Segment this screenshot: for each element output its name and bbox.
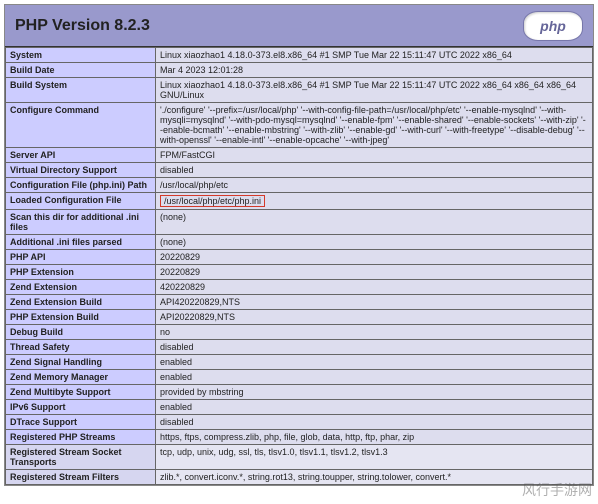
row-value: 20220829 [156,265,593,280]
highlighted-value: /usr/local/php/etc/php.ini [160,195,265,207]
row-value: disabled [156,340,593,355]
table-row: Debug Buildno [6,325,593,340]
row-value: zlib.*, convert.iconv.*, string.rot13, s… [156,470,593,485]
row-label: Zend Memory Manager [6,370,156,385]
row-value: disabled [156,415,593,430]
table-row: Registered Stream Socket Transportstcp, … [6,445,593,470]
row-label: Registered Stream Filters [6,470,156,485]
php-logo-text: php [540,18,566,34]
row-value: enabled [156,400,593,415]
row-label: Registered PHP Streams [6,430,156,445]
table-row: Build SystemLinux xiaozhao1 4.18.0-373.e… [6,78,593,103]
table-row: Registered PHP Streamshttps, ftps, compr… [6,430,593,445]
row-value: 420220829 [156,280,593,295]
row-label: Scan this dir for additional .ini files [6,210,156,235]
row-label: PHP API [6,250,156,265]
row-label: Build Date [6,63,156,78]
row-label: Configuration File (php.ini) Path [6,178,156,193]
row-label: Thread Safety [6,340,156,355]
row-value: no [156,325,593,340]
table-row: Thread Safetydisabled [6,340,593,355]
row-label: Loaded Configuration File [6,193,156,210]
row-value: /usr/local/php/etc [156,178,593,193]
table-row: Zend Extension BuildAPI420220829,NTS [6,295,593,310]
php-logo: php [523,11,583,41]
table-row: PHP Extension BuildAPI20220829,NTS [6,310,593,325]
row-value: /usr/local/php/etc/php.ini [156,193,593,210]
row-value: enabled [156,355,593,370]
row-label: PHP Extension Build [6,310,156,325]
row-value: Mar 4 2023 12:01:28 [156,63,593,78]
row-label: Server API [6,148,156,163]
row-value: enabled [156,370,593,385]
row-value: disabled [156,163,593,178]
table-row: DTrace Supportdisabled [6,415,593,430]
row-label: Build System [6,78,156,103]
table-row: Registered Stream Filterszlib.*, convert… [6,470,593,485]
row-value: tcp, udp, unix, udg, ssl, tls, tlsv1.0, … [156,445,593,470]
table-row: Zend Extension420220829 [6,280,593,295]
table-row: Configure Command'./configure' '--prefix… [6,103,593,148]
phpinfo-table: SystemLinux xiaozhao1 4.18.0-373.el8.x86… [5,47,593,485]
row-label: DTrace Support [6,415,156,430]
header: PHP Version 8.2.3 php [5,5,593,47]
row-label: Registered Stream Socket Transports [6,445,156,470]
phpinfo-container: PHP Version 8.2.3 php SystemLinux xiaozh… [4,4,594,486]
row-label: Zend Multibyte Support [6,385,156,400]
table-row: Additional .ini files parsed(none) [6,235,593,250]
table-row: Virtual Directory Supportdisabled [6,163,593,178]
row-value: (none) [156,235,593,250]
row-label: Zend Signal Handling [6,355,156,370]
row-label: PHP Extension [6,265,156,280]
row-label: Virtual Directory Support [6,163,156,178]
table-row: Build DateMar 4 2023 12:01:28 [6,63,593,78]
row-label: Debug Build [6,325,156,340]
row-value: './configure' '--prefix=/usr/local/php' … [156,103,593,148]
table-row: Server APIFPM/FastCGI [6,148,593,163]
row-value: 20220829 [156,250,593,265]
row-label: Zend Extension Build [6,295,156,310]
table-row: SystemLinux xiaozhao1 4.18.0-373.el8.x86… [6,48,593,63]
table-row: PHP API20220829 [6,250,593,265]
row-label: Additional .ini files parsed [6,235,156,250]
table-row: Loaded Configuration File/usr/local/php/… [6,193,593,210]
row-value: (none) [156,210,593,235]
row-value: FPM/FastCGI [156,148,593,163]
row-value: https, ftps, compress.zlib, php, file, g… [156,430,593,445]
table-row: Configuration File (php.ini) Path/usr/lo… [6,178,593,193]
table-row: Zend Memory Managerenabled [6,370,593,385]
table-row: Scan this dir for additional .ini files(… [6,210,593,235]
row-label: System [6,48,156,63]
row-label: Configure Command [6,103,156,148]
table-row: Zend Signal Handlingenabled [6,355,593,370]
page-title: PHP Version 8.2.3 [15,17,150,35]
row-value: API420220829,NTS [156,295,593,310]
table-row: IPv6 Supportenabled [6,400,593,415]
row-value: Linux xiaozhao1 4.18.0-373.el8.x86_64 #1… [156,78,593,103]
row-value: API20220829,NTS [156,310,593,325]
row-label: IPv6 Support [6,400,156,415]
row-label: Zend Extension [6,280,156,295]
table-row: PHP Extension20220829 [6,265,593,280]
row-value: Linux xiaozhao1 4.18.0-373.el8.x86_64 #1… [156,48,593,63]
table-row: Zend Multibyte Supportprovided by mbstri… [6,385,593,400]
row-value: provided by mbstring [156,385,593,400]
